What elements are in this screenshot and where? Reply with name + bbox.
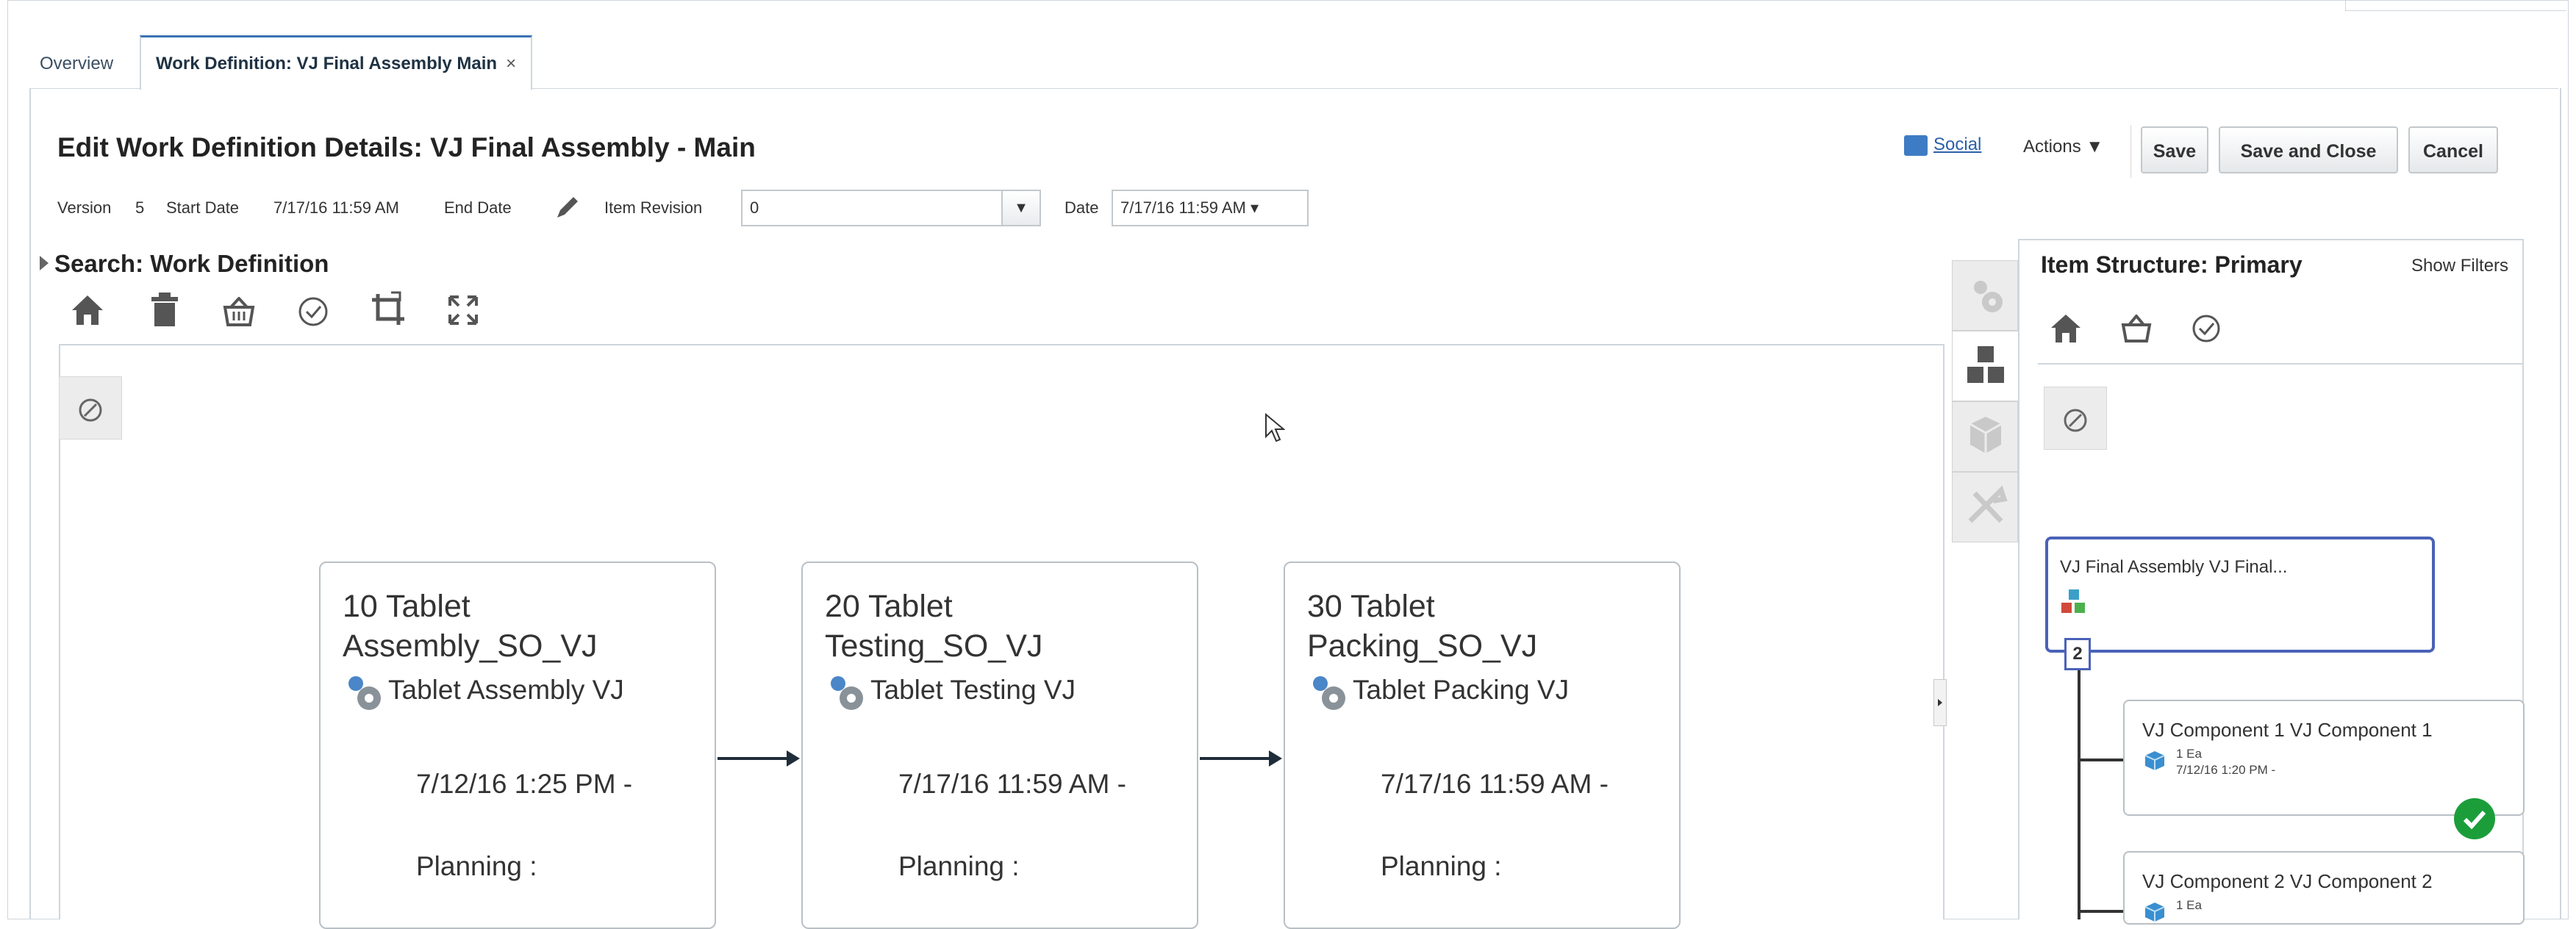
- cube-icon: [2144, 903, 2165, 922]
- root-item-node[interactable]: VJ Final Assembly VJ Final...: [2045, 537, 2435, 653]
- item-revision-input[interactable]: 0: [741, 190, 1041, 226]
- operation-resource: Tablet Testing VJ: [870, 675, 1076, 705]
- tab-work-definition[interactable]: Work Definition: VJ Final Assembly Main ×: [140, 35, 533, 90]
- social-icon: [1904, 134, 1928, 156]
- tools-icon: [1968, 485, 2008, 523]
- component-quantity: 1 Ea: [2176, 747, 2202, 761]
- item-structure-title: Item Structure: Primary: [2041, 251, 2303, 278]
- component-quantity: 1 Ea: [2176, 898, 2202, 912]
- panel-splitter[interactable]: [1933, 679, 1947, 726]
- root-item-label: VJ Final Assembly VJ Final...: [2060, 557, 2288, 577]
- crop-icon[interactable]: [371, 291, 407, 328]
- compass-icon: [79, 398, 102, 422]
- flow-arrow: [1200, 750, 1282, 767]
- overview-toggle-button[interactable]: [2044, 387, 2107, 450]
- gears-icon: [831, 676, 863, 710]
- date-select[interactable]: 7/17/16 11:59 AM ▾: [1112, 190, 1309, 226]
- overview-toggle-button[interactable]: [59, 376, 122, 440]
- top-right-edge: [2345, 0, 2566, 11]
- operation-date: 7/17/16 11:59 AM -: [898, 769, 1126, 799]
- basket-icon[interactable]: [221, 297, 257, 326]
- mouse-cursor-icon: [1265, 413, 1285, 442]
- close-tab-icon[interactable]: ×: [506, 54, 516, 73]
- structure-blocks-icon: [2061, 589, 2085, 613]
- home-icon[interactable]: [2050, 313, 2082, 344]
- tree-connector: [2078, 910, 2123, 913]
- start-date-label: Start Date: [166, 198, 240, 217]
- vtab-items[interactable]: [1952, 401, 2018, 472]
- page-title: Edit Work Definition Details: VJ Final A…: [57, 132, 756, 162]
- tab-overview[interactable]: Overview: [29, 41, 124, 87]
- component-title: VJ Component 2 VJ Component 2: [2142, 870, 2433, 892]
- show-filters-link[interactable]: Show Filters: [2411, 256, 2508, 276]
- edit-pencil-icon[interactable]: [553, 193, 582, 222]
- cube-icon: [1969, 417, 2002, 453]
- basket-icon[interactable]: [2120, 315, 2153, 342]
- operation-card[interactable]: 30 Tablet Packing_SO_VJ Tablet Packing V…: [1284, 562, 1681, 929]
- version-value: 5: [135, 198, 145, 217]
- tree-connector: [2078, 758, 2123, 761]
- operation-planning: Planning :: [416, 851, 537, 881]
- operation-title: 20 Tablet Testing_SO_VJ: [825, 589, 1043, 664]
- disclosure-triangle-icon[interactable]: [37, 254, 51, 272]
- flow-arrow: [718, 750, 800, 767]
- component-node[interactable]: VJ Component 2 VJ Component 2 1 Ea: [2123, 851, 2525, 925]
- version-label: Version: [57, 198, 112, 217]
- component-title: VJ Component 1 VJ Component 1: [2142, 719, 2433, 741]
- gears-icon: [1313, 676, 1345, 710]
- operation-card[interactable]: 20 Tablet Testing_SO_VJ Tablet Testing V…: [801, 562, 1198, 929]
- component-date: 7/12/16 1:20 PM -: [2176, 763, 2276, 777]
- child-count-badge[interactable]: 2: [2064, 638, 2091, 670]
- cube-icon: [2144, 751, 2165, 770]
- check-circle-icon[interactable]: [297, 295, 329, 328]
- toolbar-separator: [2130, 125, 2131, 178]
- side-tab-strip: [1952, 260, 2018, 554]
- gears-icon: [1974, 281, 2003, 312]
- actions-menu[interactable]: Actions ▼: [2023, 137, 2103, 157]
- start-date-value: 7/17/16 11:59 AM: [273, 198, 399, 217]
- cancel-button[interactable]: Cancel: [2408, 126, 2498, 173]
- item-revision-label: Item Revision: [604, 198, 703, 217]
- operation-planning: Planning :: [898, 851, 1020, 881]
- home-icon[interactable]: [69, 293, 106, 328]
- operation-date: 7/12/16 1:25 PM -: [416, 769, 633, 799]
- save-and-close-button[interactable]: Save and Close: [2219, 126, 2398, 173]
- vtab-item-structure[interactable]: [1952, 331, 2018, 401]
- save-button[interactable]: Save: [2141, 126, 2208, 173]
- operation-title: 10 Tablet Assembly_SO_VJ: [343, 589, 598, 664]
- compass-icon: [2064, 409, 2087, 432]
- structure-blocks-icon: [1967, 346, 2004, 383]
- check-circle-icon[interactable]: [2191, 313, 2222, 344]
- operation-title: 30 Tablet Packing_SO_VJ: [1307, 589, 1538, 664]
- tree-connector: [2078, 669, 2081, 919]
- checkmark-status-icon: [2454, 798, 2495, 839]
- vtab-resources[interactable]: [1952, 472, 2018, 542]
- date-label: Date: [1065, 198, 1099, 217]
- operation-resource: Tablet Assembly VJ: [388, 675, 624, 705]
- search-section-title[interactable]: Search: Work Definition: [54, 250, 329, 278]
- operation-planning: Planning :: [1381, 851, 1502, 881]
- expand-icon[interactable]: [447, 294, 479, 326]
- trash-icon[interactable]: [150, 291, 179, 328]
- operation-date: 7/17/16 11:59 AM -: [1381, 769, 1609, 799]
- chevron-down-icon[interactable]: ▼: [1001, 190, 1041, 226]
- tab-work-definition-label: Work Definition: VJ Final Assembly Main: [156, 54, 498, 73]
- vtab-operations[interactable]: [1952, 260, 2018, 331]
- operation-resource: Tablet Packing VJ: [1353, 675, 1570, 705]
- social-link[interactable]: Social: [1904, 134, 1981, 156]
- end-date-label: End Date: [444, 198, 512, 217]
- operation-card[interactable]: 10 Tablet Assembly_SO_VJ Tablet Assembly…: [319, 562, 716, 929]
- social-label: Social: [1933, 134, 1982, 154]
- gears-icon: [348, 676, 381, 710]
